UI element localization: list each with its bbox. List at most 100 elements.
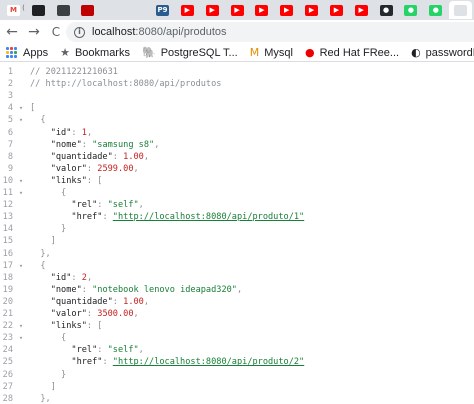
code-content: "valor": 2599.00, (30, 163, 139, 175)
json-viewer: 1 // 20211221210631 2 // http://localhost:8… (0, 63, 474, 404)
tab-close-icon[interactable]: ( (22, 5, 25, 12)
line-number: 2 (7, 79, 13, 90)
postgresql-icon: 🐘 (141, 46, 156, 59)
code-content: "rel": "self", (30, 344, 143, 356)
browser-tab[interactable]: ▶ (325, 1, 348, 19)
browser-tab[interactable]: ● (375, 1, 398, 19)
code-content: "quantidade": 1.00, (30, 151, 149, 163)
json-token: "quantidade" (30, 296, 113, 307)
browser-tab[interactable]: M( (2, 1, 25, 19)
browser-tab[interactable] (27, 1, 50, 19)
code-content: } (30, 223, 66, 235)
apps-grid-icon (6, 47, 17, 58)
json-token: : (102, 212, 113, 223)
browser-tab[interactable]: ▶ (350, 1, 373, 19)
line-number: 7 (7, 139, 13, 150)
bookmark-star-icon: ★ (60, 46, 70, 59)
back-button[interactable]: ← (2, 22, 22, 42)
json-token: "links" (30, 321, 87, 332)
line-number: 25 (2, 357, 13, 368)
json-token: "href" (30, 212, 103, 223)
fold-toggle-icon[interactable]: ▾ (17, 175, 25, 187)
line-number: 8 (7, 151, 13, 162)
json-token: 3500.00 (97, 309, 134, 319)
url-path: :8080/api/produtos (135, 26, 227, 38)
json-token: "id" (30, 272, 72, 283)
forward-button[interactable]: → (24, 22, 44, 42)
browser-tab[interactable] (101, 1, 124, 19)
tab-blank-icon (106, 4, 120, 16)
back-arrow-icon: ← (6, 24, 18, 40)
tab-blank-icon (454, 4, 468, 16)
json-link[interactable]: "http://localhost:8080/api/produto/1" (113, 212, 304, 222)
url-text[interactable]: localhost:8080/api/produtos (92, 26, 227, 38)
browser-tab[interactable]: P9 (151, 1, 174, 19)
json-token: { (30, 188, 67, 198)
youtube-icon: ▶ (205, 4, 219, 16)
json-token: 1.00 (123, 296, 144, 307)
fold-toggle-icon[interactable]: ▾ (17, 260, 25, 272)
browser-tab[interactable]: ▶ (176, 1, 199, 19)
bookmark-label: Red Hat FRee... (319, 46, 400, 59)
youtube-music-icon (81, 4, 95, 16)
line-number: 12 (2, 200, 13, 211)
site-info-icon[interactable]: i (74, 26, 85, 38)
code-content: { (30, 260, 45, 272)
line-number: 13 (2, 212, 13, 223)
reload-button[interactable]: C (46, 22, 66, 42)
bookmark-item[interactable]: ● Red Hat FRee... (305, 47, 399, 59)
json-token: "notebook lenovo ideapad320" (92, 284, 237, 295)
browser-tab[interactable] (52, 1, 75, 19)
json-token: ] (30, 236, 56, 247)
json-link[interactable]: "http://localhost:8080/api/produto/2" (113, 357, 304, 367)
bookmark-item[interactable]: ◐ passwordReco... (411, 47, 474, 59)
json-token: [ (30, 103, 36, 114)
line-number: 18 (2, 272, 13, 283)
line-number: 15 (2, 236, 13, 247)
fold-toggle-icon[interactable]: ▾ (17, 114, 25, 126)
code-content: ] (30, 235, 56, 247)
code-content: [ (30, 102, 35, 114)
browser-tab[interactable]: ▶ (250, 1, 273, 19)
browser-tab[interactable]: ▶ (275, 1, 298, 19)
fold-toggle-icon[interactable]: ▾ (17, 187, 25, 199)
youtube-icon: ▶ (280, 4, 294, 16)
code-content: "links": [ (30, 320, 103, 332)
code-content: // http://localhost:8080/api/produtos (30, 78, 221, 90)
json-token: : (86, 163, 98, 174)
code-content: "quantidade": 1.00, (30, 296, 149, 308)
code-content: "href": "http://localhost:8080/api/produ… (30, 211, 304, 223)
json-token: "valor" (30, 309, 87, 319)
browser-tab[interactable]: ● (400, 1, 423, 19)
browser-tab[interactable]: ▶ (201, 1, 224, 19)
mysql-icon: M (249, 46, 260, 59)
bookmark-item[interactable]: M Mysql (250, 47, 293, 59)
url-host: localhost (92, 26, 136, 38)
browser-tab[interactable] (77, 1, 100, 19)
browser-tab[interactable]: ▶ (300, 1, 323, 19)
line-number: 21 (2, 309, 13, 319)
json-token: } (30, 224, 67, 235)
code-content: "valor": 3500.00, (30, 308, 139, 320)
browser-tab[interactable] (449, 1, 473, 19)
code-content: { (30, 114, 46, 126)
fold-toggle-icon[interactable]: ▾ (17, 320, 25, 332)
address-bar[interactable]: i localhost:8080/api/produtos (66, 22, 474, 42)
json-token: : (81, 139, 93, 150)
bookmark-item[interactable]: Apps (6, 47, 48, 59)
json-token: , (236, 284, 243, 295)
bookmark-item[interactable]: ★ Bookmarks (60, 47, 130, 59)
fold-toggle-icon[interactable]: ▾ (17, 102, 25, 114)
browser-tab[interactable]: ● (424, 1, 447, 19)
json-token: : [ (86, 321, 103, 332)
bookmark-item[interactable]: 🐘 PostgreSQL T... (142, 47, 238, 59)
browser-tab[interactable] (126, 1, 149, 19)
json-token: { (30, 115, 46, 126)
browser-tab[interactable]: ▶ (226, 1, 249, 19)
json-token: // http://localhost:8080/api/produtos (30, 79, 222, 90)
json-token: , (143, 296, 150, 307)
fold-toggle-icon[interactable]: ▾ (17, 332, 25, 344)
json-token: ] (30, 381, 56, 392)
line-number: 5 (7, 115, 13, 126)
json-token: : (71, 127, 82, 138)
